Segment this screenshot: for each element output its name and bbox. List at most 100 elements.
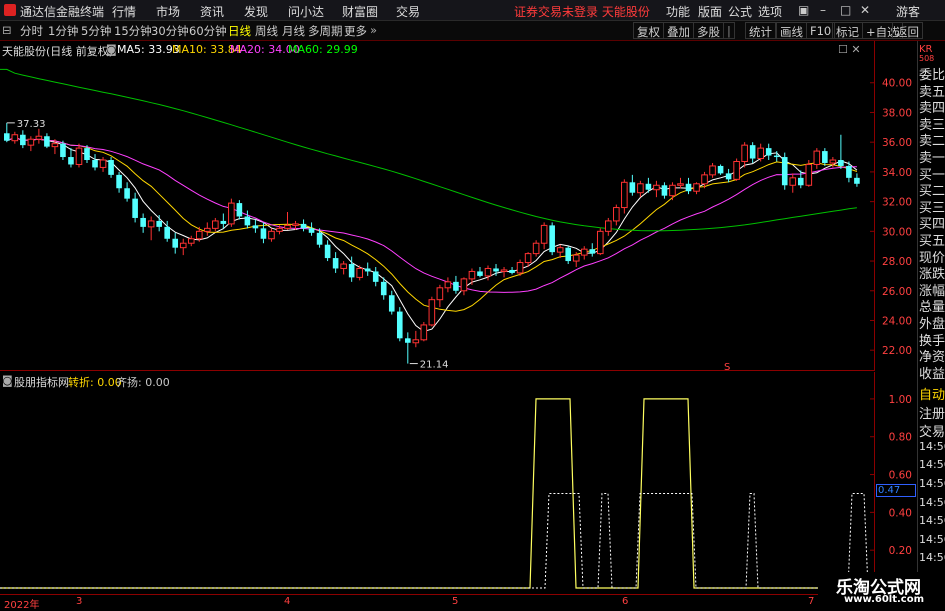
side-sub-item-5: 14:56 [919, 477, 945, 490]
candle-16 [132, 192, 138, 223]
period-tab-30min[interactable]: 30分钟 [151, 23, 189, 39]
stats-button[interactable]: 统计 [745, 22, 776, 39]
candle-body-97 [781, 157, 788, 186]
menu-item-formula[interactable]: 公式 [728, 3, 752, 20]
candle-body-7 [60, 143, 66, 158]
overlay-button[interactable]: 叠加 [663, 22, 694, 39]
period-tab-5min[interactable]: 5分钟 [81, 23, 111, 39]
candle-body-45 [364, 268, 371, 272]
multi-stock-button[interactable]: 多股 [693, 22, 724, 39]
candle-59 [477, 266, 483, 278]
menu-item-trade[interactable]: 交易 [396, 3, 420, 20]
y-tick-label-9: 22.00 [882, 345, 912, 357]
candle-3 [27, 136, 35, 152]
candle-body-87 [701, 174, 708, 185]
back-button[interactable]: 返回 [892, 22, 923, 39]
period-tab-multi[interactable]: 多周期 [308, 23, 343, 39]
menu-item-quotes[interactable]: 行情 [112, 3, 136, 20]
candle-15 [124, 182, 130, 202]
candle-body-59 [477, 271, 483, 276]
candle-53 [428, 296, 436, 327]
period-tab-1min[interactable]: 1分钟 [48, 23, 78, 39]
indicator-current-value: 0.47 [876, 484, 916, 497]
window-icon[interactable]: ▣ [798, 3, 809, 17]
menu-item-market[interactable]: 市场 [156, 3, 180, 20]
candle-48 [388, 290, 395, 315]
candle-86 [693, 182, 700, 195]
indicator-chart[interactable]: 1.00 0.80 0.60 0.40 0.20 [0, 372, 917, 594]
y-tick-label-3: 34.00 [882, 167, 912, 179]
f10-button[interactable]: F10 [806, 22, 836, 39]
menu-item-layout[interactable]: 版面 [698, 3, 722, 20]
candle-body-16 [132, 198, 138, 218]
candle-body-69 [556, 247, 564, 253]
minimize-icon[interactable]: – [820, 3, 826, 17]
watermark-url: www.60lt.com [844, 594, 925, 605]
menu-item-ask[interactable]: 问小达 [288, 3, 324, 20]
menu-item-function[interactable]: 功能 [666, 3, 690, 20]
period-tab-daily[interactable]: 日线 [228, 23, 251, 39]
period-tab-60min[interactable]: 60分钟 [189, 23, 227, 39]
candle-22 [179, 238, 187, 256]
candle-body-103 [829, 159, 837, 164]
candle-body-104 [838, 160, 844, 166]
signal-solid-line [0, 398, 872, 589]
menu-item-options[interactable]: 选项 [758, 3, 782, 20]
maximize-icon[interactable]: □ [840, 3, 851, 17]
candle-46 [372, 266, 379, 287]
candle-body-25 [204, 227, 211, 232]
period-tab-15min[interactable]: 15分钟 [114, 23, 152, 39]
side-sub-item-0: 自动 [919, 388, 945, 403]
candle-body-17 [140, 217, 146, 227]
y-tick-label-2: 36.00 [882, 137, 912, 149]
menu-item-wealth[interactable]: 财富圈 [342, 3, 378, 20]
period-tab-monthly[interactable]: 月线 [282, 23, 305, 39]
kline-chart[interactable]: 40.00 38.00 36.00 34.00 32.00 30.00 28.00 26.00… [0, 56, 917, 371]
menu-item-discover[interactable]: 发现 [244, 3, 268, 20]
ma-settings-icon[interactable]: ◙ [106, 43, 117, 56]
period-tab-more[interactable]: 更多 [344, 23, 367, 39]
candle-body-24 [195, 230, 203, 240]
candle-45 [364, 262, 371, 276]
panel-settings-icon[interactable]: ☐ ✕ [838, 43, 861, 56]
candle-body-82 [661, 185, 668, 196]
menu-item-news[interactable]: 资讯 [200, 3, 224, 20]
candle-body-100 [805, 163, 813, 186]
signal-marker: S [724, 362, 730, 371]
mark-button[interactable]: 标记 [832, 22, 863, 39]
high-value-label: 37.33 [17, 119, 46, 130]
candle-body-72 [580, 248, 588, 256]
candle-19 [156, 214, 162, 232]
candle-0 [4, 122, 10, 143]
candle-84 [677, 177, 684, 189]
login-notice[interactable]: 证券交易未登录 天能股份 [514, 3, 650, 20]
more-dropdown-icon[interactable]: » [370, 23, 377, 37]
candle-body-32 [260, 228, 267, 239]
sep-icon: | [723, 22, 735, 39]
candle-body-66 [532, 242, 540, 255]
candle-body-78 [629, 182, 636, 193]
candle-body-35 [284, 224, 291, 229]
user-label[interactable]: 游客 [896, 3, 920, 20]
collapse-icon[interactable]: ⊟ [2, 23, 12, 37]
title-bar: 通达信金融终端 行情 市场 资讯 发现 问小达 财富圈 交易 证券交易未登录 天… [0, 0, 945, 21]
candle-body-8 [68, 157, 74, 165]
candle-body-99 [797, 177, 804, 186]
period-tab-timeshare[interactable]: 分时 [20, 23, 43, 39]
adjust-button[interactable]: 复权 [633, 22, 664, 39]
draw-button[interactable]: 画线 [776, 22, 807, 39]
candle-8 [68, 148, 74, 168]
candle-body-62 [500, 269, 508, 272]
side-sub-item-7: 14:56 [919, 514, 945, 528]
side-sub-item-6: 14:56 [919, 495, 945, 509]
candle-body-23 [187, 238, 195, 244]
period-tab-weekly[interactable]: 周线 [255, 23, 278, 39]
candle-body-36 [292, 223, 299, 226]
sub-y-tick-label-1: 0.80 [889, 432, 912, 444]
candle-body-41 [332, 258, 339, 269]
candle-79 [637, 180, 644, 198]
candle-97 [781, 152, 788, 190]
candle-body-79 [637, 183, 644, 194]
close-icon[interactable]: ✕ [860, 3, 870, 17]
ma5-label: MA5: 33.93 [117, 43, 180, 56]
